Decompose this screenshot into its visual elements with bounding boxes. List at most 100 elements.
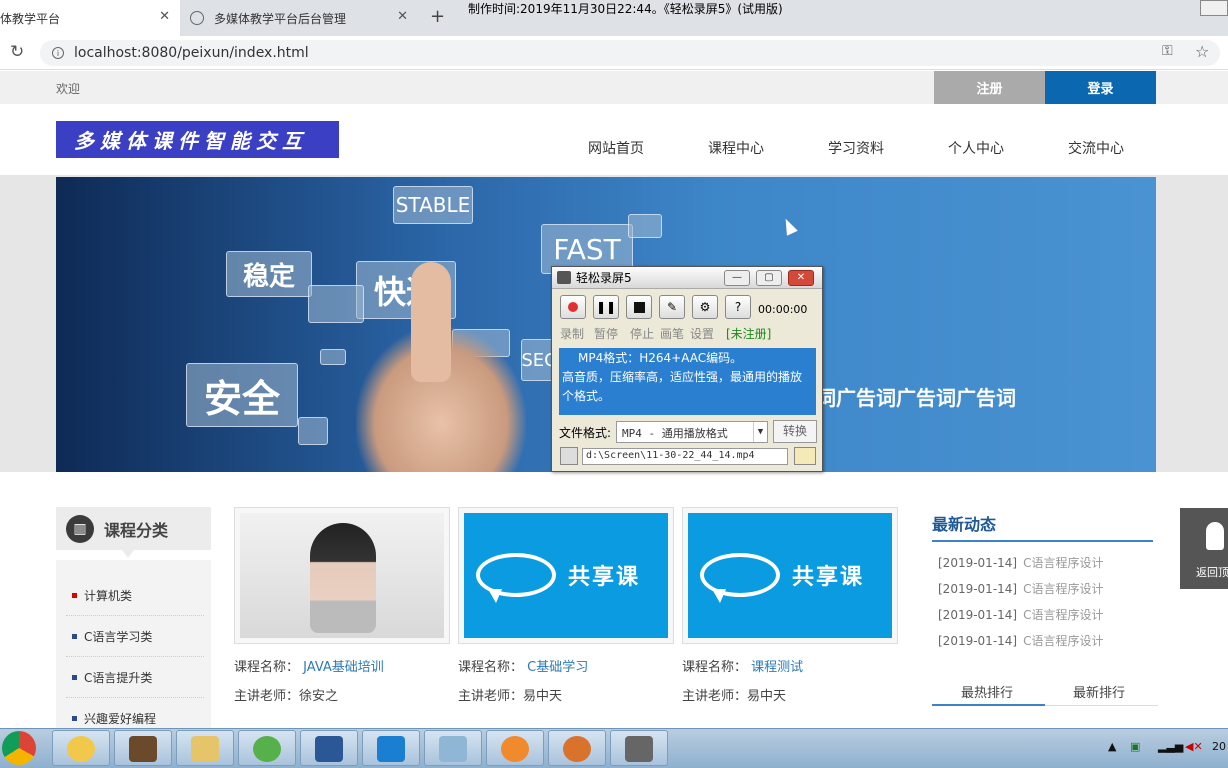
nav-community[interactable]: 交流中心 [1068, 138, 1124, 158]
news-link[interactable]: C语言程序设计 [1023, 608, 1103, 622]
taskbar-app[interactable] [362, 730, 420, 766]
player-icon [501, 736, 529, 762]
chat-bubble-tail [712, 589, 726, 603]
pen-button[interactable]: ✎ [659, 295, 685, 319]
network-icon[interactable]: ▂▃▅ [1158, 740, 1183, 753]
clock[interactable]: 20 [1212, 740, 1226, 753]
teacher-name: 易中天 [523, 689, 563, 704]
category-item-label: 兴趣爱好编程 [84, 712, 157, 726]
close-button[interactable]: ✕ [788, 270, 814, 286]
nav-personal[interactable]: 个人中心 [948, 138, 1004, 158]
tray-app-icon[interactable]: ▣ [1130, 740, 1140, 753]
nav-materials[interactable]: 学习资料 [828, 138, 884, 158]
category-item[interactable]: 计算机类 [66, 575, 204, 616]
taskbar-app[interactable] [300, 730, 358, 766]
taskbar-app[interactable] [486, 730, 544, 766]
back-to-top-button[interactable]: 返回顶 [1180, 508, 1228, 589]
news-item[interactable]: [2019-01-14] C语言程序设计 [938, 632, 1104, 649]
recorder-title: 轻松录屏5 [576, 271, 632, 285]
category-item[interactable]: C语言学习类 [66, 616, 204, 657]
pause-label: 暂停 [594, 327, 619, 341]
tab-admin[interactable]: 多媒体教学平台后台管理 ✕ [182, 0, 418, 36]
output-path-field[interactable]: d:\Screen\11-30-22_44_14.mp4 [582, 448, 788, 465]
settings-label: 设置 [690, 327, 715, 341]
convert-button[interactable]: 转换 [773, 420, 817, 443]
course-name-link[interactable]: JAVA基础培训 [303, 660, 384, 675]
course-name-label: 课程名称： [234, 660, 300, 675]
taskbar-app[interactable] [52, 730, 110, 766]
nav-courses[interactable]: 课程中心 [708, 138, 764, 158]
close-tab-icon[interactable]: ✕ [159, 9, 170, 24]
stop-button[interactable] [626, 295, 652, 319]
save-icon[interactable] [560, 447, 578, 465]
open-folder-icon[interactable] [794, 447, 816, 465]
close-tab-icon[interactable]: ✕ [397, 9, 408, 24]
taskbar-app[interactable] [548, 730, 606, 766]
wechat-icon [253, 736, 281, 762]
taskbar-app[interactable] [610, 730, 668, 766]
news-date: [2019-01-14] [938, 582, 1018, 596]
new-tab-icon[interactable]: + [430, 6, 445, 27]
news-item[interactable]: [2019-01-14] C语言程序设计 [938, 606, 1104, 623]
record-button[interactable] [560, 295, 586, 319]
reload-icon[interactable]: ↻ [10, 42, 24, 62]
banner-chip-blank [298, 417, 328, 445]
taskbar-app[interactable] [114, 730, 172, 766]
course-card-image[interactable]: 共享课 [682, 507, 898, 644]
course-name-link[interactable]: 课程测试 [751, 660, 803, 675]
news-link[interactable]: C语言程序设计 [1023, 634, 1103, 648]
pause-button[interactable]: ❚❚ [593, 295, 619, 319]
star-icon[interactable]: ☆ [1195, 42, 1209, 61]
banner-chip: STABLE [393, 186, 473, 224]
category-item-label: C语言学习类 [84, 629, 153, 644]
info-icon[interactable]: i [52, 47, 64, 59]
recorder-window: 轻松录屏5 — ▢ ✕ ❚❚ ✎ ⚙ ? 00:00:00 录制 暂停 停止 画… [551, 266, 823, 472]
key-icon[interactable]: ⚿ [1162, 43, 1173, 59]
news-item[interactable]: [2019-01-14] C语言程序设计 [938, 554, 1104, 571]
bullet-icon [72, 716, 77, 721]
tab-newest[interactable]: 最新排行 [1073, 682, 1125, 701]
news-item[interactable]: [2019-01-14] C语言程序设计 [938, 580, 1104, 597]
minimize-button[interactable]: — [724, 270, 750, 286]
restore-button[interactable]: ▢ [756, 270, 782, 286]
login-button[interactable]: 登录 [1045, 71, 1156, 104]
category-item[interactable]: C语言提升类 [66, 657, 204, 698]
taskbar-app[interactable] [424, 730, 482, 766]
tab-title: 体教学平台 [0, 11, 61, 26]
tray-arrow-icon[interactable]: ▲ [1108, 740, 1116, 753]
help-button[interactable]: ? [725, 295, 751, 319]
chevron-down-icon[interactable]: ▼ [753, 422, 767, 442]
settings-button[interactable]: ⚙ [692, 295, 718, 319]
ranking-tabs: 最热排行 最新排行 [932, 676, 1158, 706]
chrome-icon[interactable] [2, 731, 36, 765]
teacher-label: 主讲老师： [682, 689, 748, 704]
news-app-icon [377, 736, 405, 762]
site-logo[interactable]: 多媒体课件智能交互 [56, 121, 339, 158]
course-card-image[interactable]: 共享课 [458, 507, 674, 644]
category-item-label: C语言提升类 [84, 670, 153, 685]
tab-active[interactable]: 体教学平台 ✕ [0, 0, 180, 36]
course-name-label: 课程名称： [458, 660, 524, 675]
rocket-icon [1206, 522, 1224, 550]
settings-icon: ⚙ [699, 300, 711, 314]
course-card-image[interactable] [234, 507, 450, 644]
nav-home[interactable]: 网站首页 [588, 138, 644, 158]
window-control[interactable] [1200, 0, 1228, 16]
teacher-row: 主讲老师：徐安之 [234, 685, 338, 704]
news-link[interactable]: C语言程序设计 [1023, 556, 1103, 570]
tab-hottest[interactable]: 最热排行 [961, 682, 1013, 701]
register-button[interactable]: 注册 [934, 71, 1045, 104]
url-field[interactable]: i localhost:8080/peixun/index.html [40, 40, 1220, 66]
recorder-titlebar[interactable]: 轻松录屏5 — ▢ ✕ [552, 267, 822, 289]
teacher-label: 主讲老师： [458, 689, 524, 704]
volume-muted-icon[interactable]: ◀✕ [1185, 740, 1203, 753]
bullet-icon [72, 593, 77, 598]
chat-bubble-tail [488, 589, 502, 603]
news-link[interactable]: C语言程序设计 [1023, 582, 1103, 596]
course-name-label: 课程名称： [682, 660, 748, 675]
stop-label: 停止 [630, 327, 655, 341]
course-name-link[interactable]: C基础学习 [527, 660, 588, 675]
taskbar-app[interactable] [176, 730, 234, 766]
format-select[interactable]: MP4 - 通用播放格式 ▼ [616, 421, 768, 443]
taskbar-app[interactable] [238, 730, 296, 766]
